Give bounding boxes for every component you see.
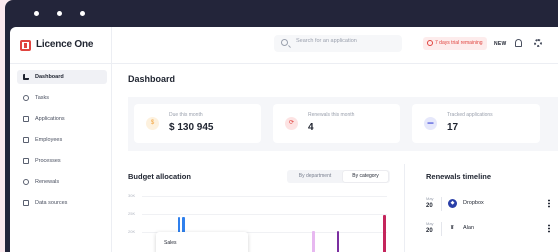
app-window: Licence One 7 days trial remaining NEW D… [10,27,558,252]
y-tick: 20K [128,229,136,234]
stat-card-renewals[interactable]: ⟳ Renewals this month 4 [273,104,400,143]
sidebar-item-processes[interactable]: Processes [17,154,107,168]
sidebar-item-tasks[interactable]: Tasks [17,91,107,105]
search-input[interactable] [296,38,400,44]
grid-icon [23,116,29,122]
more-icon[interactable] [548,224,550,233]
users-icon [23,137,29,143]
window-close-dot[interactable] [34,11,39,16]
window-frame: Licence One 7 days trial remaining NEW D… [5,0,558,252]
chart-bar[interactable] [312,231,315,252]
sidebar-item-label: Dashboard [35,74,64,80]
sidebar-item-label: Applications [35,116,65,122]
checklist-icon [23,158,29,164]
search-icon [281,39,288,46]
alan-icon: ⫪ [448,224,457,233]
sidebar-item-label: Processes [35,158,61,164]
sidebar-item-employees[interactable]: Employees [17,133,107,147]
sidebar-item-applications[interactable]: Applications [17,112,107,126]
stat-label: Due this month [169,112,203,118]
sidebar-item-renewals[interactable]: Renewals [17,175,107,189]
sidebar: Dashboard Tasks Applications Employees P… [10,64,112,252]
trial-badge[interactable]: 7 days trial remaining [423,37,487,50]
brand[interactable]: Licence One [10,27,112,64]
stats-section: $ Due this month $ 130 945 ⟳ Renewals th… [128,97,558,151]
check-circle-icon [23,95,29,101]
database-icon [23,200,29,206]
apps-icon: ▬ [424,117,437,130]
gridline [142,214,387,215]
sidebar-item-label: Employees [35,137,63,143]
stat-card-tracked[interactable]: ▬ Tracked applications 17 [412,104,540,143]
renewal-day: 20 [426,203,433,209]
renewal-separator [441,197,442,211]
more-icon[interactable] [548,199,550,208]
chart-icon [23,74,29,80]
tooltip-label: Sales [164,240,177,246]
renewal-month: May [426,221,434,226]
chart-tooltip: Sales [156,232,248,252]
toggle-by-category[interactable]: By category [343,171,388,182]
brand-name: Licence One [36,39,94,50]
renewal-item[interactable]: May 20 ◆ Dropbox [426,195,554,215]
stat-card-due[interactable]: $ Due this month $ 130 945 [134,104,261,143]
trial-label: 7 days trial remaining [435,40,483,46]
renewal-day: 20 [426,228,433,234]
gear-icon[interactable] [534,39,542,47]
top-bar: Licence One 7 days trial remaining NEW [10,27,558,64]
chart-bar[interactable] [383,215,386,252]
bell-icon[interactable] [515,39,522,47]
new-badge[interactable]: NEW [494,41,507,47]
y-tick: 30K [128,193,136,198]
renewal-item[interactable]: May 20 ⫪ Alan [426,220,554,240]
renewal-icon: ⟳ [285,117,298,130]
window-minimize-dot[interactable] [57,11,62,16]
sidebar-item-label: Data sources [35,200,68,206]
y-tick: 25K [128,211,136,216]
renewal-name: Alan [463,225,475,231]
sidebar-item-data-sources[interactable]: Data sources [17,196,107,210]
chart-bar[interactable] [336,231,340,252]
renewal-month: May [426,196,434,201]
gridline [142,196,387,197]
logo-icon [20,40,31,51]
budget-toggle: By department By category [287,170,390,183]
renewals-title: Renewals timeline [426,172,492,181]
renewal-separator [441,222,442,236]
budget-chart: 30K 25K 20K Sales [128,190,390,252]
stat-value: 4 [308,122,314,133]
clock-icon [427,40,433,46]
page-title: Dashboard [128,74,176,84]
stat-label: Renewals this month [308,112,355,118]
stat-value: 17 [447,122,459,133]
main-content: Dashboard $ Due this month $ 130 945 ⟳ R… [112,64,558,252]
title-bar [5,0,558,27]
dropbox-icon: ◆ [448,199,457,208]
refresh-icon [23,179,29,185]
renewal-name: Dropbox [463,200,484,206]
stat-value: $ 130 945 [169,122,214,133]
dollar-icon: $ [146,117,159,130]
toggle-by-department[interactable]: By department [289,171,341,182]
budget-title: Budget allocation [128,172,191,181]
window-zoom-dot[interactable] [80,11,85,16]
search-box[interactable] [274,35,402,52]
sidebar-item-dashboard[interactable]: Dashboard [17,70,107,84]
stat-label: Tracked applications [447,112,493,118]
sidebar-item-label: Renewals [35,179,60,185]
divider [404,164,405,252]
sidebar-item-label: Tasks [35,95,50,101]
